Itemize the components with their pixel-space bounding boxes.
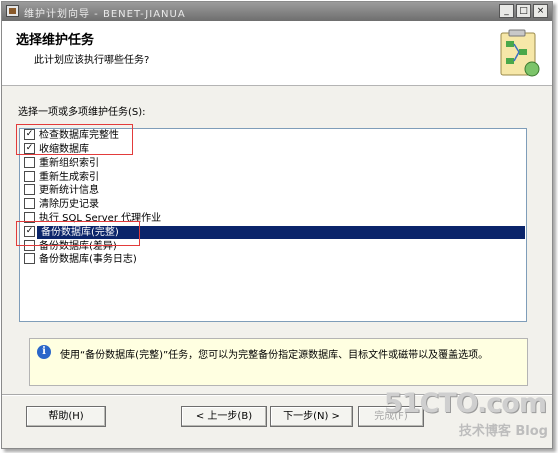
site-watermark: 51CTO.com 技术博客 Blog bbox=[384, 388, 552, 444]
help-button[interactable]: 帮助(H) bbox=[26, 406, 106, 427]
task-item-backup-transaction-log[interactable]: 备份数据库(事务日志) bbox=[24, 252, 137, 266]
wizard-clipboard-icon bbox=[500, 29, 540, 77]
app-icon bbox=[6, 5, 19, 17]
page-title: 选择维护任务 bbox=[16, 33, 95, 48]
annotation-highlight-box bbox=[16, 221, 140, 246]
checkbox[interactable] bbox=[24, 197, 35, 209]
task-item-rebuild-index[interactable]: 重新生成索引 bbox=[24, 170, 99, 184]
minimize-button[interactable]: _ bbox=[499, 4, 514, 18]
maximize-button[interactable]: □ bbox=[516, 4, 531, 18]
checkbox[interactable] bbox=[24, 170, 35, 182]
info-icon: i bbox=[37, 345, 51, 359]
back-button[interactable]: < 上一步(B) bbox=[181, 406, 267, 427]
task-item-update-statistics[interactable]: 更新统计信息 bbox=[24, 183, 99, 197]
checkbox[interactable] bbox=[24, 252, 35, 264]
annotation-highlight-box bbox=[16, 124, 133, 155]
tasks-label: 选择一项或多项维护任务(S): bbox=[18, 107, 146, 118]
page-subtitle: 此计划应该执行哪些任务? bbox=[34, 55, 150, 66]
checkbox[interactable] bbox=[24, 183, 35, 195]
task-description-text: 使用“备份数据库(完整)”任务，您可以为完整备份指定源数据库、目标文件或磁带以及… bbox=[60, 350, 489, 361]
next-button[interactable]: 下一步(N) > bbox=[270, 406, 353, 427]
task-item-cleanup-history[interactable]: 清除历史记录 bbox=[24, 197, 99, 211]
window-title: 维护计划向导 - BENET-JIANUA bbox=[24, 9, 186, 20]
close-button[interactable]: × bbox=[533, 4, 548, 18]
title-bar[interactable]: 维护计划向导 - BENET-JIANUA _ □ × bbox=[2, 2, 552, 21]
wizard-header: 选择维护任务 此计划应该执行哪些任务? bbox=[2, 21, 552, 86]
task-description-panel: i 使用“备份数据库(完整)”任务，您可以为完整备份指定源数据库、目标文件或磁带… bbox=[29, 338, 528, 386]
watermark-logo-text: 51CTO.com bbox=[383, 388, 547, 419]
task-item-reorganize-index[interactable]: 重新组织索引 bbox=[24, 156, 99, 170]
wizard-window: 维护计划向导 - BENET-JIANUA _ □ × 选择维护任务 此计划应该… bbox=[1, 1, 553, 449]
watermark-caption: 技术博客 Blog bbox=[458, 424, 548, 439]
checkbox[interactable] bbox=[24, 156, 35, 168]
